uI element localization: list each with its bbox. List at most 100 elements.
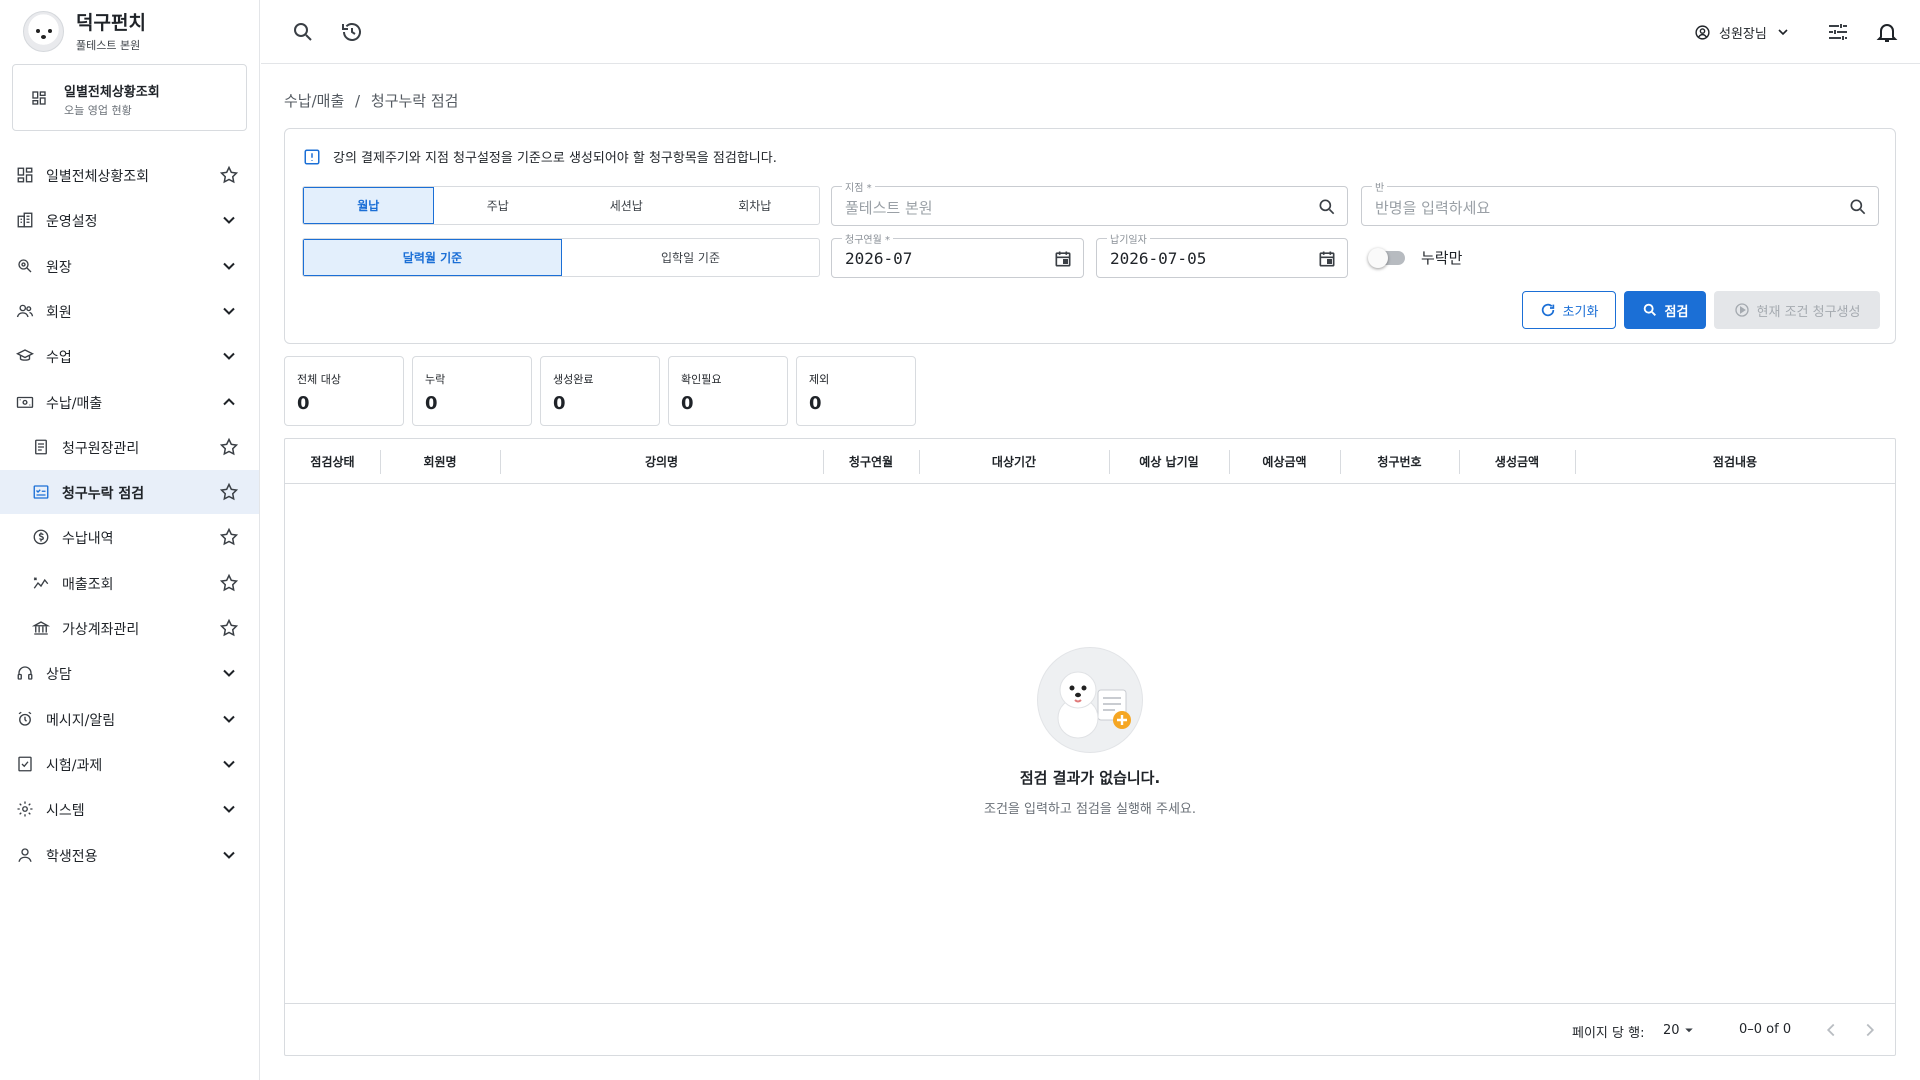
stat-value: 0 xyxy=(809,393,822,414)
billing-month-value: 2026-07 xyxy=(845,249,913,268)
sidebar-item-label: 수업 xyxy=(46,350,72,367)
sidebar-item[interactable]: 수납내역 xyxy=(0,515,259,559)
toggle-knob xyxy=(1368,247,1388,268)
breadcrumb-parent[interactable]: 수납/매출 xyxy=(284,92,344,110)
filter-card: 강의 결제주기와 지점 청구설정을 기준으로 생성되어야 할 청구항목을 점검합… xyxy=(284,128,1896,344)
column-header[interactable]: 점검상태 xyxy=(285,439,380,484)
star-icon[interactable] xyxy=(219,165,239,185)
sidebar-item[interactable]: 청구원장관리 xyxy=(0,425,259,469)
class-field-placeholder: 반명을 입력하세요 xyxy=(1375,199,1491,217)
billing-cycle-option[interactable]: 주납 xyxy=(434,187,563,224)
sidebar-item[interactable]: 운영설정 xyxy=(0,198,259,242)
column-header[interactable]: 강의명 xyxy=(500,439,823,484)
billing-basis-option[interactable]: 달력월 기준 xyxy=(303,239,562,276)
search-icon[interactable] xyxy=(291,20,315,44)
chevron-down-icon xyxy=(223,262,235,270)
class-field[interactable]: 반 반명을 입력하세요 xyxy=(1361,179,1879,226)
column-separator[interactable] xyxy=(1459,450,1460,474)
sidebar-item[interactable]: 상담 xyxy=(0,651,259,695)
column-header[interactable]: 예상금액 xyxy=(1229,439,1340,484)
sidebar-item[interactable]: 메시지/알림 xyxy=(0,697,259,741)
stat-label: 누락 xyxy=(425,373,446,386)
billing-month-field[interactable]: 청구연월 * 2026-07 xyxy=(831,231,1084,278)
column-header[interactable]: 청구번호 xyxy=(1340,439,1459,484)
column-separator[interactable] xyxy=(1109,450,1110,474)
rows-per-page-select[interactable]: 20 xyxy=(1663,1021,1698,1039)
bell-icon[interactable] xyxy=(1875,20,1899,44)
branch-field[interactable]: 지점 * 풀테스트 본원 xyxy=(831,179,1348,226)
sidebar-item[interactable]: 청구누락 점검 xyxy=(0,470,259,515)
breadcrumb-separator: / xyxy=(355,92,361,110)
column-header[interactable]: 청구연월 xyxy=(823,439,919,484)
column-separator[interactable] xyxy=(1229,450,1230,474)
alarm-icon xyxy=(18,711,32,726)
prev-page-icon[interactable] xyxy=(1820,1019,1842,1041)
column-header[interactable]: 예상 납기일 xyxy=(1109,439,1229,484)
chevron-up-icon xyxy=(223,397,235,405)
star-icon[interactable] xyxy=(219,618,239,638)
reset-button-label: 초기화 xyxy=(1562,304,1599,320)
column-separator[interactable] xyxy=(1340,450,1341,474)
column-header[interactable]: 회원명 xyxy=(380,439,500,484)
column-separator[interactable] xyxy=(500,450,501,474)
sidebar-item[interactable]: 매출조회 xyxy=(0,561,259,605)
billing-cycle-option[interactable]: 회차납 xyxy=(691,187,820,224)
star-icon[interactable] xyxy=(219,482,239,502)
sidebar-item[interactable]: 학생전용 xyxy=(0,833,259,877)
sidebar-item[interactable]: 수업 xyxy=(0,334,259,378)
sidebar-item[interactable]: 회원 xyxy=(0,289,259,333)
history-icon[interactable] xyxy=(340,20,364,44)
sidebar-item-label: 운영설정 xyxy=(46,214,98,231)
sidebar-item[interactable]: 가상계좌관리 xyxy=(0,606,259,650)
empty-state: 점검 결과가 없습니다. 조건을 입력하고 점검을 실행해 주세요. xyxy=(285,647,1895,817)
tune-icon[interactable] xyxy=(1826,20,1850,44)
column-header[interactable]: 대상기간 xyxy=(919,439,1109,484)
quick-card-title: 일별전체상황조회 xyxy=(64,85,160,100)
generate-billing-button[interactable]: 현재 조건 청구생성 xyxy=(1714,291,1880,329)
rows-per-page-label: 페이지 당 행: xyxy=(1572,1026,1645,1041)
column-header[interactable]: 생성금액 xyxy=(1459,439,1575,484)
sidebar-item-label: 원장 xyxy=(46,259,72,276)
sidebar-item[interactable]: 시험/과제 xyxy=(0,742,259,786)
play-circle-icon xyxy=(1734,303,1749,317)
brand-header[interactable]: 덕구펀치 풀테스트 본원 xyxy=(0,0,259,64)
user-menu[interactable]: 성원장님 xyxy=(1694,20,1791,44)
star-icon[interactable] xyxy=(219,573,239,593)
sidebar-item[interactable]: 시스템 xyxy=(0,787,259,831)
column-separator[interactable] xyxy=(380,450,381,474)
star-icon[interactable] xyxy=(219,527,239,547)
star-icon[interactable] xyxy=(219,437,239,457)
column-separator[interactable] xyxy=(823,450,824,474)
billing-basis-option[interactable]: 입학일 기준 xyxy=(562,239,819,276)
sidebar-item-label: 청구원장관리 xyxy=(62,440,140,457)
quick-access-card[interactable]: 일별전체상황조회 오늘 영업 현황 xyxy=(12,64,247,131)
column-separator[interactable] xyxy=(919,450,920,474)
check-button[interactable]: 점검 xyxy=(1624,291,1706,329)
stat-card: 확인필요 0 xyxy=(668,356,788,426)
sidebar-item[interactable]: 원장 xyxy=(0,244,259,288)
school-icon xyxy=(16,349,34,361)
empty-mascot-illustration xyxy=(1037,647,1143,753)
empty-title: 점검 결과가 없습니다. xyxy=(1019,769,1161,787)
billing-cycle-option[interactable]: 세션납 xyxy=(562,187,691,224)
billing-basis-toggle: 달력월 기준 입학일 기준 xyxy=(302,238,820,277)
billing-cycle-option[interactable]: 월납 xyxy=(303,187,434,224)
sidebar: 덕구펀치 풀테스트 본원 일별전체상황조회 오늘 영업 현황 일별전체상황조회운… xyxy=(0,0,260,1080)
calendar-icon[interactable] xyxy=(1053,249,1073,269)
headset-icon xyxy=(17,666,33,680)
search-icon[interactable] xyxy=(1848,197,1868,217)
due-date-field[interactable]: 납기일자 2026-07-05 xyxy=(1096,231,1348,278)
sidebar-item-label: 상담 xyxy=(46,667,72,684)
column-separator[interactable] xyxy=(1575,450,1576,474)
top-bar: 성원장님 xyxy=(261,0,1920,64)
calendar-icon[interactable] xyxy=(1317,249,1337,269)
search-icon[interactable] xyxy=(1317,197,1337,217)
user-name: 성원장님 xyxy=(1719,26,1767,42)
chevron-down-icon xyxy=(223,217,235,225)
next-page-icon[interactable] xyxy=(1859,1019,1881,1041)
sidebar-item[interactable]: 일별전체상황조회 xyxy=(0,153,259,197)
reset-button[interactable]: 초기화 xyxy=(1522,291,1616,329)
sidebar-item[interactable]: 수납/매출 xyxy=(0,380,259,424)
missing-only-toggle[interactable]: 누락만 xyxy=(1368,247,1462,268)
column-header[interactable]: 점검내용 xyxy=(1575,439,1895,484)
